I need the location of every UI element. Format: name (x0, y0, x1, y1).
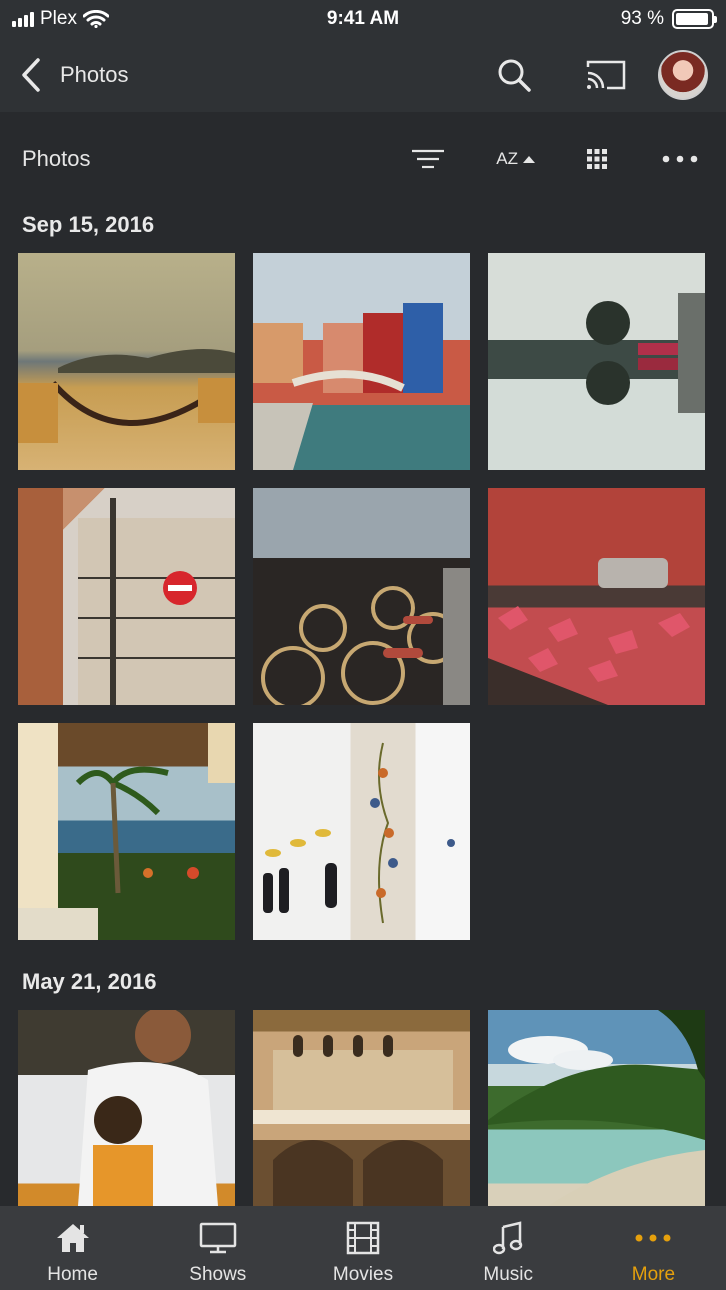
signal-icon (12, 11, 34, 27)
wifi-icon (82, 10, 109, 28)
nav-actions (470, 38, 726, 112)
library-header: Photos AZ (0, 112, 726, 206)
avatar[interactable] (658, 50, 708, 100)
cast-icon (586, 60, 626, 90)
search-icon (498, 59, 531, 92)
grid-view-button[interactable] (582, 139, 612, 179)
search-button[interactable] (482, 43, 546, 107)
photo-thumbnail[interactable] (253, 488, 470, 705)
tab-movies[interactable]: Movies (290, 1206, 435, 1290)
sort-button[interactable]: AZ (496, 139, 536, 179)
tab-home[interactable]: Home (0, 1206, 145, 1290)
back-label: Photos (60, 62, 129, 87)
photo-thumbnail[interactable] (488, 253, 705, 470)
tab-bar: Home Shows Movies Music More (0, 1206, 726, 1290)
more-options-button[interactable] (660, 139, 700, 179)
status-right: 93 % (620, 8, 717, 30)
back-button[interactable]: Photos (0, 38, 129, 112)
photo-thumbnail[interactable] (18, 1010, 235, 1227)
tv-icon (199, 1222, 237, 1254)
battery-percent: 93 % (620, 8, 664, 29)
status-left: Plex (12, 8, 109, 30)
photo-image (586, 293, 705, 413)
photo-image (18, 723, 235, 940)
photo-image (253, 488, 470, 705)
music-note-icon (493, 1221, 523, 1255)
sort-label: AZ (496, 149, 518, 168)
library-tools: AZ (408, 139, 704, 179)
nav-bar: Photos (0, 38, 726, 112)
cast-button[interactable] (574, 43, 638, 107)
photo-thumbnail[interactable] (488, 1010, 705, 1227)
tab-label: Shows (189, 1264, 247, 1285)
more-icon (662, 155, 698, 163)
photo-image (78, 1010, 218, 1206)
photo-image (253, 303, 443, 470)
section-date-heading: May 21, 2016 (22, 969, 157, 994)
photo-image (263, 742, 455, 924)
carrier-label: Plex (40, 8, 77, 29)
photo-thumbnail[interactable] (253, 253, 470, 470)
grid-icon (587, 149, 607, 169)
photo-thumbnail[interactable] (18, 488, 235, 705)
status-bar: Plex 9:41 AM 93 % (0, 0, 726, 38)
tab-music[interactable]: Music (436, 1206, 581, 1290)
photo-image (18, 349, 235, 443)
sort-ascending-icon (523, 156, 535, 163)
tab-label: Music (483, 1264, 534, 1285)
section-date-heading: Sep 15, 2016 (22, 212, 155, 237)
battery-icon (672, 9, 717, 29)
more-dots-icon (635, 1234, 671, 1242)
photo-thumbnail[interactable] (253, 723, 470, 940)
photo-thumbnail[interactable] (18, 723, 235, 940)
tab-label: Home (47, 1264, 98, 1285)
tab-more[interactable]: More (581, 1206, 726, 1290)
film-icon (346, 1221, 380, 1255)
photo-thumbnail[interactable] (488, 488, 705, 705)
photo-image (253, 1035, 470, 1206)
photo-thumbnail[interactable] (253, 1010, 470, 1227)
photo-image (488, 558, 690, 705)
library-title: Photos (22, 146, 91, 171)
photo-image (18, 488, 235, 705)
photo-image (488, 1010, 705, 1206)
filter-icon (412, 149, 445, 169)
tab-shows[interactable]: Shows (145, 1206, 290, 1290)
tab-label: More (631, 1264, 676, 1285)
filter-button[interactable] (408, 139, 448, 179)
home-icon (56, 1224, 89, 1252)
photo-thumbnail[interactable] (18, 253, 235, 470)
tab-label: Movies (332, 1264, 394, 1285)
back-chevron-icon (22, 58, 40, 92)
